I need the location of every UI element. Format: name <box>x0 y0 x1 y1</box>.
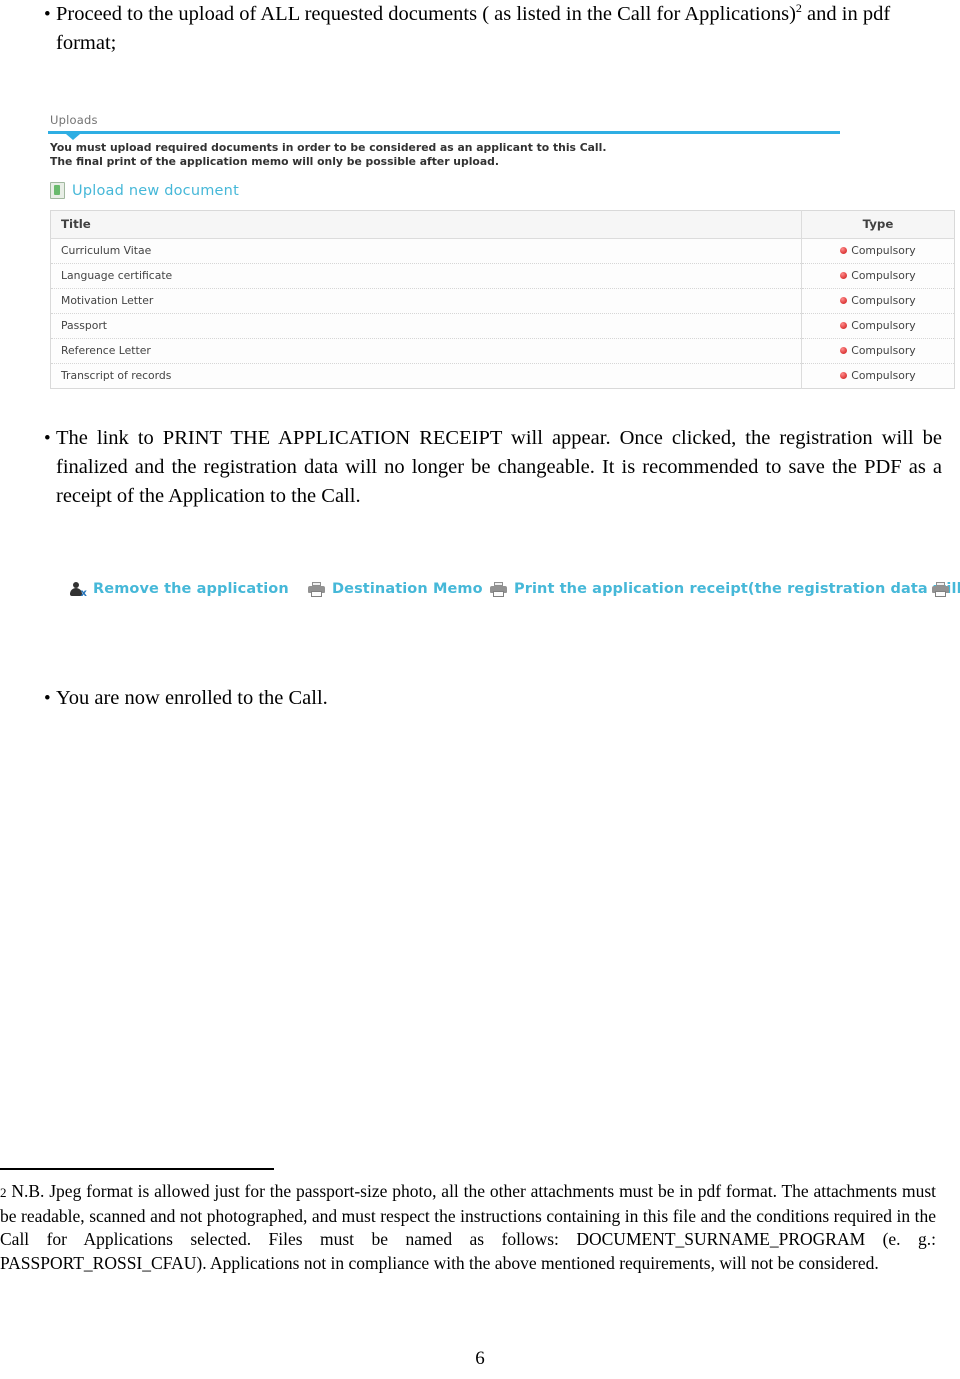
column-header-title[interactable]: Title <box>50 210 802 239</box>
bullet-item-print-receipt: • The link to PRINT THE APPLICATION RECE… <box>22 424 942 511</box>
compulsory-marker-icon <box>840 297 848 304</box>
table-row[interactable]: Passport Compulsory <box>50 313 955 339</box>
destination-memo-label: Destination Memo <box>332 581 483 597</box>
uploads-table-body: Curriculum Vitae Compulsory Language certi… <box>50 238 955 389</box>
type-value: Compulsory <box>840 319 916 332</box>
table-row[interactable]: Language certificate Compulsory <box>50 263 955 289</box>
print-application-receipt-action[interactable]: Print the application receipt(the regist… <box>490 581 960 597</box>
uploads-instructions: You must upload required documents in or… <box>50 141 606 168</box>
compulsory-marker-icon <box>840 347 848 354</box>
table-row[interactable]: Transcript of records Compulsory <box>51 363 955 389</box>
uploads-table: Title Type Curriculum Vitae Compulsory Lan… <box>50 210 955 389</box>
document-type-label: Compulsory <box>851 294 916 307</box>
document-type-cell: Compulsory <box>801 263 955 289</box>
table-header-row: Title Type <box>50 210 955 239</box>
bullet-text-main: Proceed to the upload of ALL requested d… <box>56 3 796 25</box>
uploads-table-head: Title Type <box>50 210 955 239</box>
page-number: 6 <box>475 1348 485 1369</box>
table-row[interactable]: Motivation Letter Compulsory <box>50 288 955 314</box>
bullet-text-enrolled: You are now enrolled to the Call. <box>56 687 328 709</box>
document-title-cell: Passport <box>50 313 802 339</box>
print-application-receipt-label: Print the application receipt(the regist… <box>514 581 960 597</box>
uploads-panel-screenshot: Uploads You must upload required documen… <box>40 112 960 389</box>
type-value: Compulsory <box>840 294 916 307</box>
bullet-item-upload: • Proceed to the upload of ALL requested… <box>22 0 942 58</box>
document-title-cell: Curriculum Vitae <box>50 238 802 264</box>
document-title-cell: Reference Letter <box>50 338 802 364</box>
destination-memo-action[interactable]: Destination Memo <box>308 581 483 597</box>
footnote-separator <box>0 1168 274 1170</box>
type-value: Compulsory <box>840 269 916 282</box>
document-type-cell: Compulsory <box>801 338 955 364</box>
tab-underline <box>48 131 840 134</box>
tab-active-pointer-icon <box>66 134 80 140</box>
document-type-label: Compulsory <box>851 319 916 332</box>
uploads-instructions-line-1: You must upload required documents in or… <box>50 141 607 154</box>
bullet-text-print-receipt: The link to PRINT THE APPLICATION RECEIP… <box>56 427 942 507</box>
table-row[interactable]: Curriculum Vitae Compulsory <box>50 238 955 264</box>
document-title-cell: Language certificate <box>50 263 802 289</box>
application-actions-toolbar-screenshot: x Remove the application Destination Mem… <box>70 578 960 608</box>
type-value: Compulsory <box>840 369 916 382</box>
upload-new-document-label: Upload new document <box>72 182 239 199</box>
document-title-cell: Transcript of records <box>61 369 172 382</box>
uploads-instructions-line-2: The final print of the application memo … <box>50 154 499 168</box>
document-type-cell: Compulsory <box>801 363 955 389</box>
document-type-cell: Compulsory <box>801 238 955 264</box>
document-upload-icon <box>50 182 65 199</box>
remove-the-application-label: Remove the application <box>93 581 289 597</box>
bullet-text-upload: Proceed to the upload of ALL requested d… <box>56 0 942 58</box>
compulsory-marker-icon <box>840 372 848 379</box>
remove-user-icon: x <box>70 581 87 599</box>
bullet-marker: • <box>44 688 51 709</box>
footnote-body: N.B. Jpeg format is allowed just for the… <box>0 1181 936 1273</box>
upload-new-document-link[interactable]: Upload new document <box>50 182 239 199</box>
table-row[interactable]: Reference Letter Compulsory <box>50 338 955 364</box>
document-type-cell: Compulsory <box>801 313 955 339</box>
bullet-marker: • <box>44 428 51 449</box>
bullet-item-enrolled: • You are now enrolled to the Call. <box>22 684 622 713</box>
remove-the-application-action[interactable]: x Remove the application <box>70 581 289 599</box>
column-header-type[interactable]: Type <box>801 210 955 239</box>
document-type-cell: Compulsory <box>801 288 955 314</box>
type-value: Compulsory <box>840 344 916 357</box>
compulsory-marker-icon <box>840 247 848 254</box>
compulsory-marker-icon <box>840 322 848 329</box>
bullet-marker: • <box>44 4 51 25</box>
document-title-cell: Motivation Letter <box>50 288 802 314</box>
printer-icon[interactable] <box>932 582 949 597</box>
document-type-label: Compulsory <box>851 369 916 382</box>
document-type-label: Compulsory <box>851 244 916 257</box>
tab-uploads[interactable]: Uploads <box>50 113 98 127</box>
document-type-label: Compulsory <box>851 269 916 282</box>
printer-icon <box>490 581 507 597</box>
compulsory-marker-icon <box>840 272 848 279</box>
type-value: Compulsory <box>840 244 916 257</box>
footnote-text: 2 N.B. Jpeg format is allowed just for t… <box>0 1180 936 1275</box>
document-type-label: Compulsory <box>851 344 916 357</box>
printer-icon <box>308 581 325 597</box>
